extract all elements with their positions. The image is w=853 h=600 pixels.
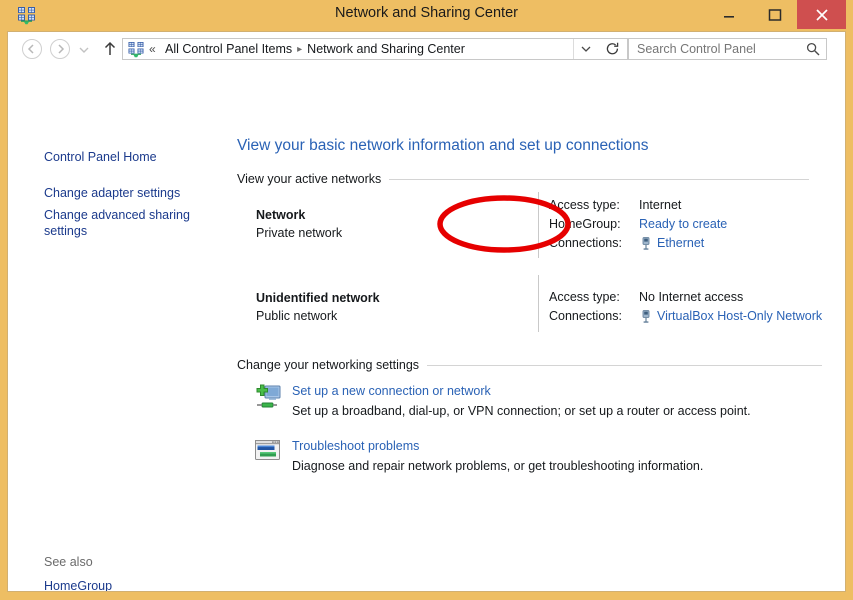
refresh-button[interactable] [598,39,627,59]
section-header-active-networks-label: View your active networks [237,172,381,186]
homegroup-ready-to-create-link[interactable]: Ready to create [639,217,727,231]
divider [538,275,539,332]
divider [389,179,809,180]
set-up-new-connection-description: Set up a broadband, dial-up, or VPN conn… [292,404,751,418]
breadcrumb-separator[interactable]: ▸ [292,44,307,55]
network-name: Network [256,208,305,222]
section-header-active-networks: View your active networks [237,172,823,186]
network-type: Public network [256,309,337,323]
see-also-label: See also [44,555,93,569]
sidebar-item-homegroup[interactable]: HomeGroup [44,578,209,592]
breadcrumb-network-icon [128,41,145,58]
page-title: View your basic network information and … [237,137,649,155]
troubleshoot-problems-link[interactable]: Troubleshoot problems [292,439,419,453]
detail-value-access-type: No Internet access [639,290,743,304]
ethernet-connection-link[interactable]: Ethernet [657,236,704,250]
troubleshoot-icon [253,436,283,466]
detail-label-homegroup: HomeGroup: [549,217,621,231]
forward-button[interactable] [50,39,70,59]
troubleshoot-problems-description: Diagnose and repair network problems, or… [292,459,703,473]
search-input[interactable] [635,39,804,59]
content-area: Control Panel Home Change adapter settin… [8,67,845,592]
virtualbox-host-only-network-link[interactable]: VirtualBox Host-Only Network [657,309,822,323]
search-box[interactable] [628,38,827,60]
back-button[interactable] [22,39,42,59]
up-button[interactable] [100,39,120,59]
address-bar: « All Control Panel Items▸Network and Sh… [8,32,845,67]
sidebar: Control Panel Home Change adapter settin… [8,67,220,592]
recent-locations-button[interactable] [78,44,90,54]
section-header-change-settings-label: Change your networking settings [237,358,419,372]
breadcrumb-items: All Control Panel Items▸Network and Shar… [165,42,465,56]
ethernet-connector-icon [640,310,652,324]
divider [538,192,539,258]
title-bar: Network and Sharing Center [7,0,846,31]
sidebar-item-change-adapter-settings[interactable]: Change adapter settings [44,185,209,201]
window-frame: Network and Sharing Center [0,0,853,600]
divider [427,365,822,366]
ethernet-connector-icon [640,237,652,251]
detail-label-connections: Connections: [549,309,622,323]
client-area: « All Control Panel Items▸Network and Sh… [7,31,846,592]
network-type: Private network [256,226,342,240]
section-header-change-settings: Change your networking settings [237,358,823,372]
set-up-new-connection-link[interactable]: Set up a new connection or network [292,384,491,398]
detail-label-connections: Connections: [549,236,622,250]
main-panel: View your basic network information and … [220,67,845,592]
breadcrumb[interactable]: « All Control Panel Items▸Network and Sh… [122,38,628,60]
detail-value-access-type: Internet [639,198,681,212]
detail-label-access-type: Access type: [549,290,620,304]
breadcrumb-item-0[interactable]: All Control Panel Items [165,42,292,56]
minimize-button[interactable] [707,0,751,29]
previous-locations-button[interactable] [573,39,598,59]
sidebar-item-control-panel-home[interactable]: Control Panel Home [44,149,209,165]
search-icon[interactable] [806,42,820,56]
network-name: Unidentified network [256,291,380,305]
detail-label-access-type: Access type: [549,198,620,212]
maximize-button[interactable] [753,0,797,29]
close-button[interactable] [797,0,846,29]
breadcrumb-item-1[interactable]: Network and Sharing Center [307,42,465,56]
new-connection-icon [253,383,283,413]
sidebar-item-change-advanced-sharing-settings[interactable]: Change advanced sharing settings [44,207,209,239]
breadcrumb-overflow-chevrons[interactable]: « [149,42,156,56]
